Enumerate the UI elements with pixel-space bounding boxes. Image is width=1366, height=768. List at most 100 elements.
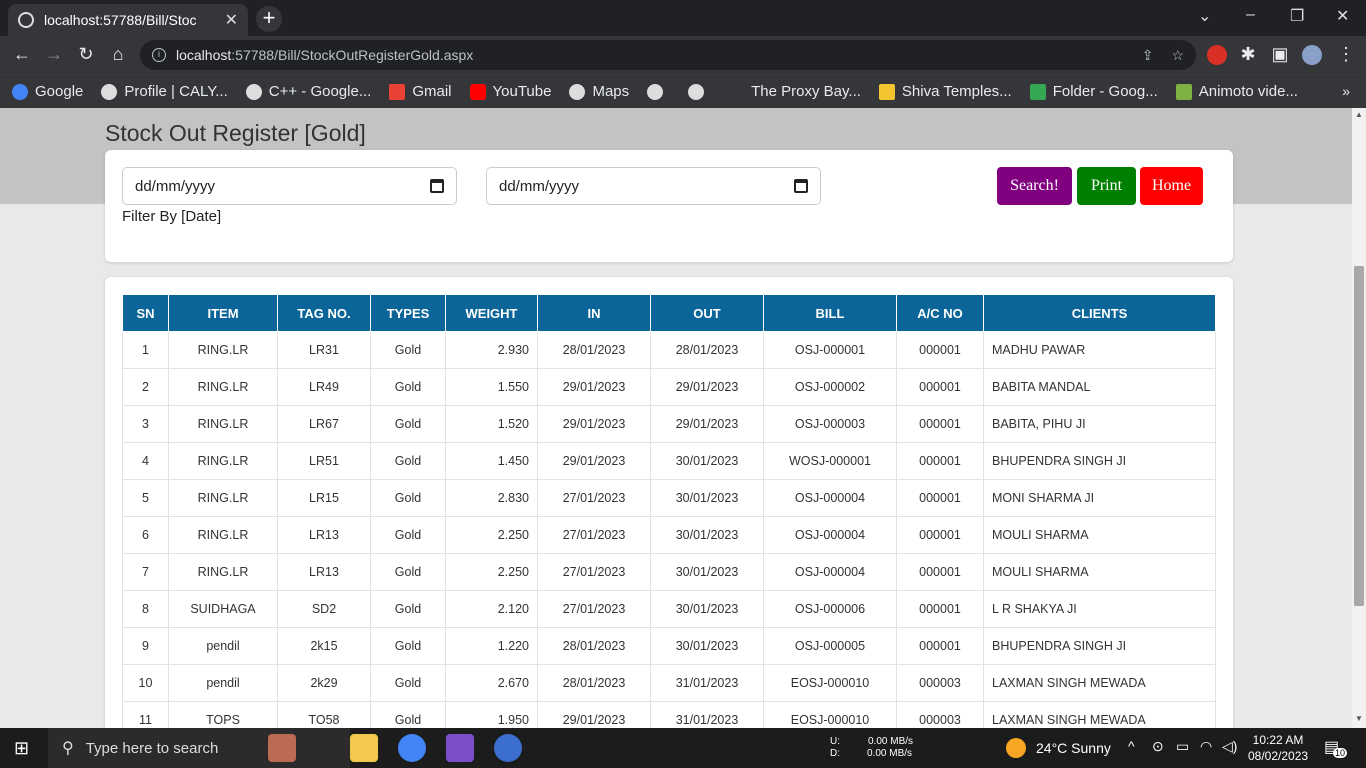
date-to-input[interactable]: dd/mm/yyyy	[486, 167, 821, 205]
column-header[interactable]: TYPES	[370, 294, 446, 332]
extension-icon[interactable]	[1207, 45, 1227, 65]
column-header[interactable]: A/C NO	[896, 294, 984, 332]
table-cell-in: 28/01/2023	[537, 331, 651, 369]
home-icon[interactable]: ⌂	[106, 44, 130, 65]
globe-icon	[688, 83, 705, 100]
column-header[interactable]: IN	[537, 294, 651, 332]
url-field[interactable]: i localhost :57788/Bill/StockOutRegister…	[140, 40, 1196, 70]
column-header[interactable]: TAG NO.	[277, 294, 371, 332]
tray-chevron-icon[interactable]: ^	[1128, 738, 1135, 754]
table-row: 5 RING.LR LR15 Gold 2.830 27/01/2023 30/01/202…	[122, 479, 1216, 517]
column-header[interactable]: BILL	[763, 294, 897, 332]
profile-avatar[interactable]	[1302, 45, 1322, 65]
table-cell-sn: 4	[122, 442, 169, 480]
side-panel-icon[interactable]: ▣	[1268, 44, 1292, 65]
table-cell-a-c-no: 000001	[896, 516, 984, 554]
minimize-icon[interactable]: –	[1246, 6, 1255, 24]
volume-icon[interactable]: ◁)	[1222, 738, 1237, 755]
window-close-icon[interactable]: ✕	[1336, 6, 1349, 26]
column-header[interactable]: ITEM	[168, 294, 278, 332]
new-tab-button[interactable]: +	[256, 6, 282, 32]
table-cell-out: 30/01/2023	[650, 516, 764, 554]
table-cell-tag-no: SD2	[277, 590, 371, 628]
table-cell-item: RING.LR	[168, 368, 278, 406]
scroll-down-icon[interactable]: ▼	[1355, 714, 1363, 723]
table-cell-item: RING.LR	[168, 331, 278, 369]
taskbar-clock[interactable]: 10:22 AM 08/02/2023	[1248, 732, 1308, 764]
back-arrow-icon[interactable]: ←	[10, 44, 34, 65]
bookmark-gmail[interactable]: Gmail	[389, 83, 452, 100]
bookmark-blank-2[interactable]	[688, 83, 711, 100]
bookmarks-overflow-icon[interactable]: »	[1342, 83, 1350, 99]
filter-card: dd/mm/yyyy dd/mm/yyyy Filter By [Date] S…	[105, 150, 1233, 262]
table-cell-a-c-no: 000001	[896, 590, 984, 628]
table-cell-in: 28/01/2023	[537, 664, 651, 702]
bookmark-shiva-temples[interactable]: Shiva Temples...	[878, 83, 1012, 100]
share-icon[interactable]: ⇪	[1142, 47, 1154, 64]
page-scrollbar[interactable]: ▲ ▼	[1352, 108, 1366, 728]
puzzle-extensions-icon[interactable]: ✱	[1236, 44, 1260, 65]
page-title: Stock Out Register [Gold]	[105, 120, 366, 146]
search-button[interactable]: Search!	[997, 167, 1072, 205]
reload-icon[interactable]: ↻	[74, 44, 98, 65]
bookmark-profile[interactable]: Profile | CALY...	[101, 83, 228, 100]
column-header[interactable]: CLIENTS	[983, 294, 1216, 332]
bookmark-google[interactable]: Google	[12, 83, 83, 100]
column-header[interactable]: WEIGHT	[445, 294, 538, 332]
date-from-text: dd/mm/yyyy	[135, 177, 216, 195]
bookmark-proxy-bay[interactable]: The Proxy Bay...	[751, 83, 861, 100]
tab-close-icon[interactable]: ✕	[225, 10, 238, 30]
date-from-input[interactable]: dd/mm/yyyy	[122, 167, 457, 205]
table-cell-clients: MONI SHARMA JI	[983, 479, 1216, 517]
calendar-icon[interactable]	[794, 179, 808, 193]
home-button[interactable]: Home	[1140, 167, 1203, 205]
column-header[interactable]: OUT	[650, 294, 764, 332]
maximize-icon[interactable]: ❐	[1290, 6, 1304, 26]
clock-time: 10:22 AM	[1252, 733, 1304, 747]
wifi-icon[interactable]: ◠	[1200, 738, 1212, 755]
bookmark-cpp[interactable]: C++ - Google...	[245, 83, 371, 100]
table-cell-out: 29/01/2023	[650, 368, 764, 406]
app-infinity-icon[interactable]	[494, 734, 522, 762]
taskbar-search-placeholder: Type here to search	[85, 739, 219, 757]
tray-app-icon[interactable]: ⊙	[1152, 738, 1164, 755]
bookmark-drive-folder[interactable]: Folder - Goog...	[1029, 83, 1158, 100]
table-cell-item: pendil	[168, 664, 278, 702]
scroll-up-icon[interactable]: ▲	[1355, 110, 1363, 119]
date-to-text: dd/mm/yyyy	[499, 177, 580, 195]
bookmark-maps[interactable]: Maps	[569, 83, 629, 100]
table-cell-clients: L R SHAKYA JI	[983, 590, 1216, 628]
visual-studio-icon[interactable]	[446, 734, 474, 762]
table-cell-sn: 11	[122, 701, 169, 728]
stock-out-table: SN ITEM TAG NO. TYPES WEIGHT IN OUT BILL…	[122, 294, 1216, 728]
weather-widget[interactable]: 24°C Sunny	[1006, 738, 1111, 758]
bookmark-blank-1[interactable]	[647, 83, 670, 100]
table-row: 11 TOPS TO58 Gold 1.950 29/01/2023 31/01/2023 E…	[122, 701, 1216, 728]
print-button[interactable]: Print	[1077, 167, 1136, 205]
site-info-icon[interactable]: i	[152, 48, 166, 62]
scrollbar-thumb[interactable]	[1354, 266, 1364, 606]
taskbar-search-box[interactable]: ⚲ Type here to search	[48, 728, 350, 768]
table-cell-out: 31/01/2023	[650, 664, 764, 702]
forward-arrow-icon[interactable]: →	[42, 44, 66, 65]
table-cell-out: 31/01/2023	[650, 701, 764, 728]
tab-search-chevron-icon[interactable]: ⌄	[1198, 6, 1211, 26]
bookmark-animoto[interactable]: Animoto vide...	[1175, 83, 1298, 100]
table-cell-types: Gold	[370, 368, 446, 406]
kebab-menu-icon[interactable]: ⋮	[1334, 44, 1358, 65]
table-cell-weight: 2.830	[445, 479, 538, 517]
chrome-icon[interactable]	[398, 734, 426, 762]
table-cell-out: 30/01/2023	[650, 553, 764, 591]
column-header[interactable]: SN	[122, 294, 169, 332]
windows-start-icon[interactable]: ⊞	[14, 738, 29, 759]
table-cell-item: RING.LR	[168, 442, 278, 480]
table-cell-types: Gold	[370, 553, 446, 591]
file-explorer-icon[interactable]	[350, 734, 378, 762]
table-cell-clients: BHUPENDRA SINGH JI	[983, 627, 1216, 665]
bookmark-youtube[interactable]: YouTube	[469, 83, 551, 100]
battery-icon[interactable]: ▭	[1176, 738, 1189, 755]
table-cell-in: 28/01/2023	[537, 627, 651, 665]
browser-tab[interactable]: localhost:57788/Bill/Stoc ✕	[8, 4, 248, 36]
calendar-icon[interactable]	[430, 179, 444, 193]
bookmark-star-icon[interactable]: ☆	[1171, 47, 1184, 64]
